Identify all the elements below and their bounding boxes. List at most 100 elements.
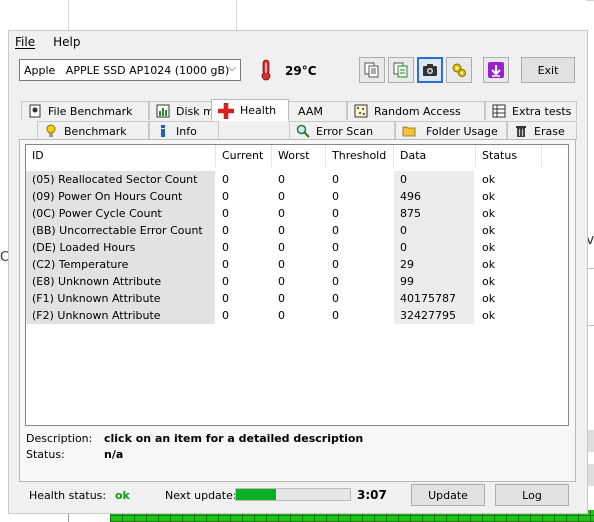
table-row[interactable]: (05) Reallocated Sector Count 0 0 0 0 ok [26,171,568,188]
cell-status: ok [482,190,496,203]
cell-worst: 0 [278,173,285,186]
cell-data: 99 [394,273,474,290]
extra-tests-icon [492,104,506,118]
tab-benchmark[interactable]: Benchmark [37,121,149,140]
menu-bar: File Help [15,35,80,51]
temperature-value: 29°C [285,64,317,78]
cell-id: (0C) Power Cycle Count [26,205,215,222]
cell-id: (BB) Uncorrectable Error Count [26,222,215,239]
cell-data: 0 [394,222,474,239]
health-status-label: Health status: [29,489,107,502]
menu-file[interactable]: File [15,35,35,51]
thermometer-icon [261,59,271,81]
tab-label: AAM [298,104,323,118]
tab-file-benchmark[interactable]: File Benchmark [21,101,149,120]
cell-threshold: 0 [332,173,339,186]
trash-icon [516,126,526,137]
countdown-time: 3:07 [357,488,387,502]
cell-data: 0 [394,239,474,256]
status-bar: Health status: ok Next update: 3:07 Upda… [19,482,576,508]
cell-threshold: 0 [332,292,339,305]
tab-info[interactable]: Info [149,121,219,140]
background-window-edge [236,0,237,30]
cell-current: 0 [222,207,229,220]
description-label: Description: [26,432,93,445]
log-button[interactable]: Log [495,484,569,506]
column-header-data[interactable]: Data [394,145,476,167]
smart-attributes-table[interactable]: ID Current Worst Threshold Data Status (… [25,144,569,426]
cell-status: ok [482,224,496,237]
tab-label: Info [176,124,197,138]
lightbulb-icon [46,124,56,137]
table-row[interactable]: (BB) Uncorrectable Error Count 0 0 0 0 ok [26,222,568,239]
column-header-id[interactable]: ID [26,145,216,167]
cell-id: (F1) Unknown Attribute [26,290,215,307]
cell-data: 875 [394,205,474,222]
column-header-threshold[interactable]: Threshold [326,145,394,167]
update-button[interactable]: Update [411,484,485,506]
health-panel: ID Current Worst Threshold Data Status (… [19,139,576,482]
cell-worst: 0 [278,207,285,220]
table-row[interactable]: (E8) Unknown Attribute 0 0 0 99 ok [26,273,568,290]
cell-threshold: 0 [332,275,339,288]
cell-id: (F2) Unknown Attribute [26,307,215,324]
random-access-icon [354,104,368,118]
cell-status: ok [482,207,496,220]
cell-current: 0 [222,258,229,271]
cell-worst: 0 [278,258,285,271]
exit-button[interactable]: Exit [521,57,575,83]
screenshot-button[interactable] [417,57,443,83]
table-row[interactable]: (0C) Power Cycle Count 0 0 0 875 ok [26,205,568,222]
copy-text-button[interactable] [359,57,385,83]
tab-folder-usage[interactable]: Folder Usage [395,121,507,140]
camera-icon [423,64,437,76]
copy-info-icon [393,62,408,78]
table-row[interactable]: (F1) Unknown Attribute 0 0 0 40175787 ok [26,290,568,307]
file-benchmark-icon [29,104,41,118]
cell-threshold: 0 [332,207,339,220]
column-header-current[interactable]: Current [216,145,272,167]
tab-health[interactable]: Health [211,99,289,121]
tab-label: Extra tests [512,104,572,118]
toolbar: Apple APPLE SSD AP1024 (1000 gB) ⌵ 29°C [9,57,587,87]
background-window-edge [586,0,594,1]
column-header-worst[interactable]: Worst [272,145,326,167]
cell-current: 0 [222,190,229,203]
table-header: ID Current Worst Threshold Data Status [26,145,568,167]
download-button[interactable] [483,57,509,83]
tab-error-scan[interactable]: Error Scan [289,121,395,140]
tab-erase[interactable]: Erase [507,121,577,140]
drive-select[interactable]: Apple APPLE SSD AP1024 (1000 gB) ⌵ [19,59,241,81]
cell-status: ok [482,258,496,271]
options-button[interactable] [446,57,472,83]
cell-data: 496 [394,188,474,205]
menu-help[interactable]: Help [53,35,80,51]
cell-id: (E8) Unknown Attribute [26,273,215,290]
info-icon [161,125,165,137]
cell-threshold: 0 [332,309,339,322]
progress-fill [236,489,276,500]
column-header-status[interactable]: Status [476,145,542,167]
copy-text-icon [364,62,379,78]
copy-info-button[interactable] [388,57,414,83]
table-row[interactable]: (DE) Loaded Hours 0 0 0 0 ok [26,239,568,256]
cell-id: (05) Reallocated Sector Count [26,171,215,188]
options-icon [452,63,466,77]
tab-random-access[interactable]: Random Access [347,101,485,120]
cell-worst: 0 [278,292,285,305]
hd-tune-window: File Help Apple APPLE SSD AP1024 (1000 g… [8,30,588,514]
table-row[interactable]: (09) Power On Hours Count 0 0 0 496 ok [26,188,568,205]
cell-current: 0 [222,224,229,237]
table-row[interactable]: (F2) Unknown Attribute 0 0 0 32427795 ok [26,307,568,324]
cell-worst: 0 [278,241,285,254]
cell-worst: 0 [278,309,285,322]
tab-label: Error Scan [316,124,374,138]
drive-select-value: Apple APPLE SSD AP1024 (1000 gB) [24,63,230,77]
cell-current: 0 [222,173,229,186]
tab-label: Erase [534,124,565,138]
tab-label: Health [240,104,277,117]
tab-extra-tests[interactable]: Extra tests [485,101,577,120]
tab-label: Folder Usage [426,124,498,138]
table-row[interactable]: (C2) Temperature 0 0 0 29 ok [26,256,568,273]
tab-label: Random Access [374,104,461,118]
